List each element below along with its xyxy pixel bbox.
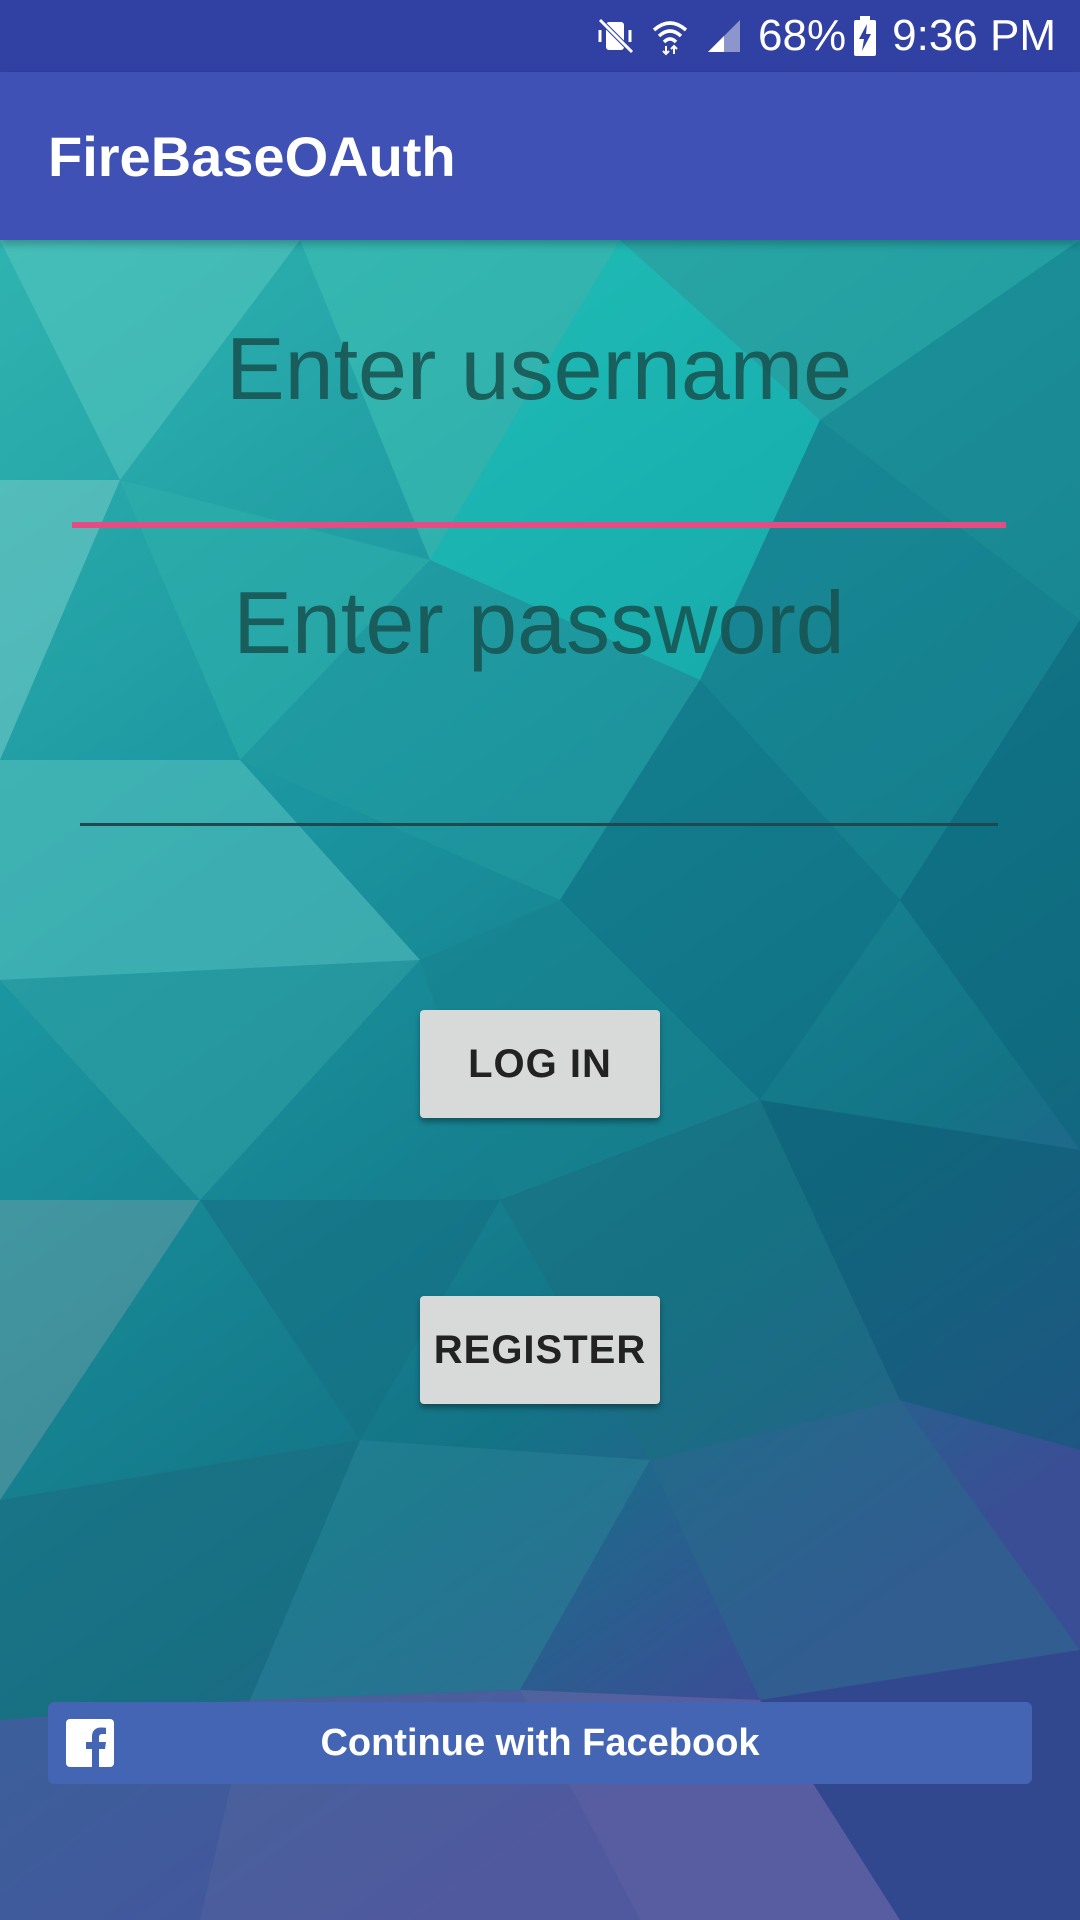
mute-vibrate-icon (596, 16, 636, 56)
app-title: FireBaseOAuth (48, 124, 456, 188)
password-placeholder: Enter password (233, 573, 845, 672)
username-placeholder: Enter username (225, 319, 853, 418)
cellular-signal-icon (704, 16, 744, 56)
password-underline (80, 823, 998, 826)
clock: 9:36 PM (892, 11, 1056, 60)
facebook-f-icon (66, 1719, 114, 1767)
continue-with-facebook-button[interactable]: Continue with Facebook (48, 1702, 1032, 1784)
facebook-button-label: Continue with Facebook (320, 1721, 760, 1764)
battery-percent: 68% (758, 11, 847, 60)
register-button[interactable]: REGISTER (420, 1296, 660, 1404)
login-button[interactable]: LOG IN (420, 1010, 660, 1118)
background-image (0, 0, 1080, 1920)
username-input[interactable]: Enter username (72, 300, 1006, 530)
app-bar: FireBaseOAuth (0, 72, 1080, 240)
wifi-icon (650, 16, 690, 56)
battery-charging-icon (852, 15, 878, 57)
password-input[interactable]: Enter password (72, 560, 1006, 830)
username-underline (72, 522, 1006, 528)
status-bar: 68% 9:36 PM (0, 0, 1080, 72)
